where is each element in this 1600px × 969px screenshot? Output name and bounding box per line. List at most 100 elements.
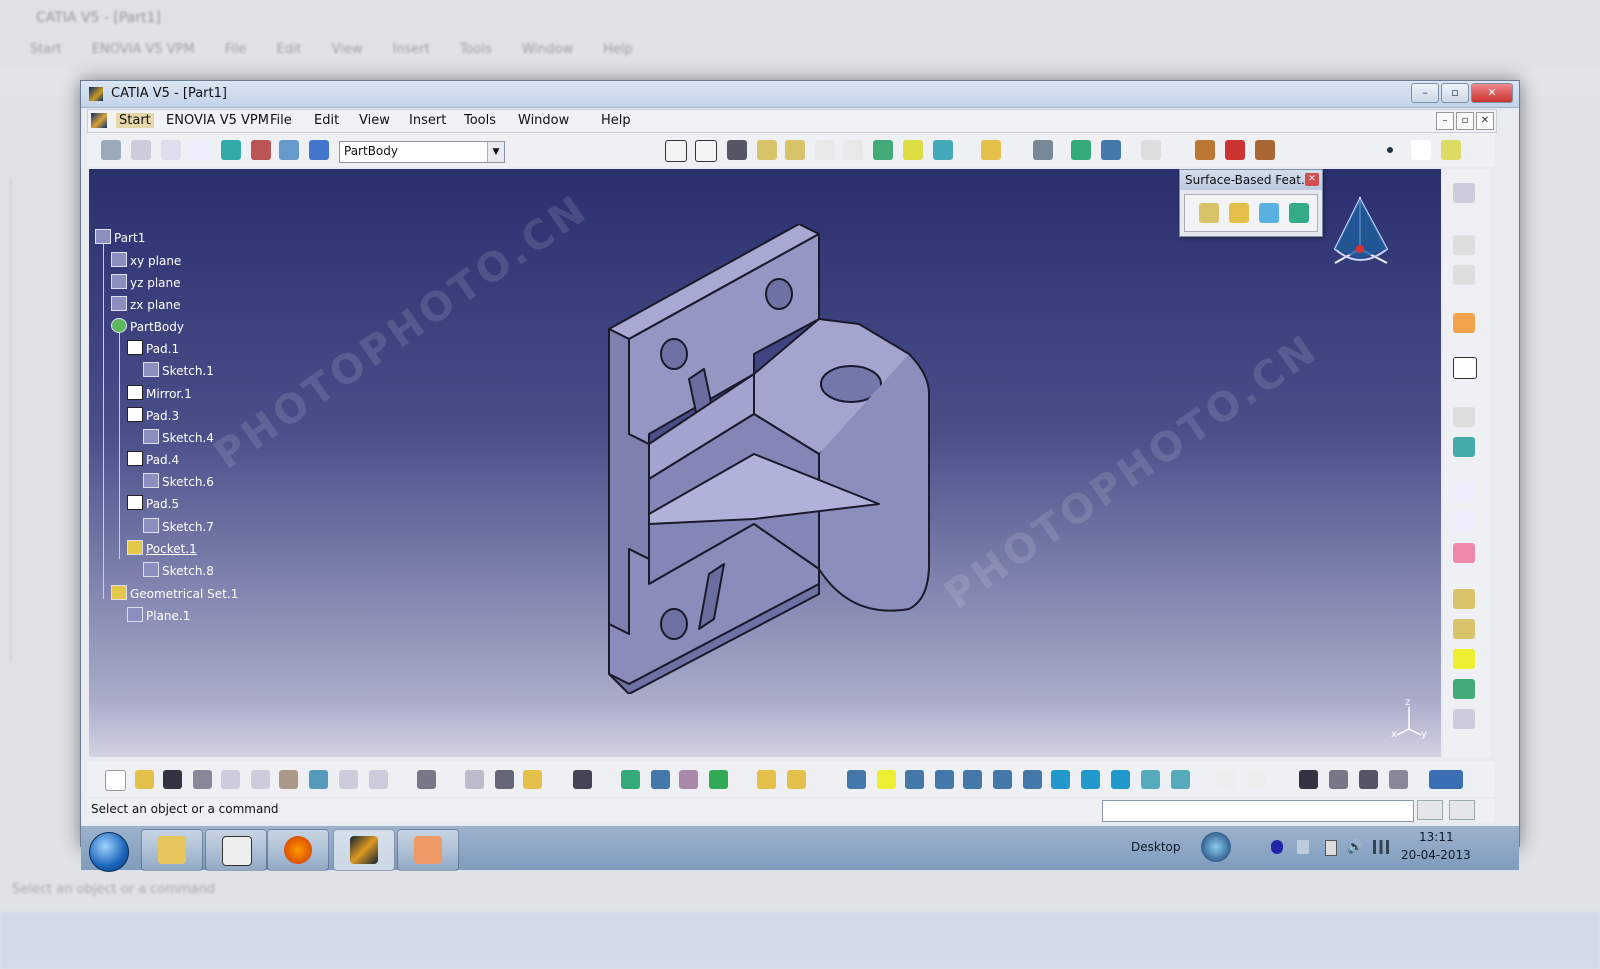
tree-node-sketch-8[interactable]: Sketch.8	[143, 562, 214, 578]
tree-node-pad-4[interactable]: Pad.4	[127, 451, 179, 467]
document-logo-icon[interactable]	[91, 113, 107, 128]
tree-node-pad-3[interactable]: Pad.3	[127, 407, 179, 423]
texture-icon[interactable]	[1255, 140, 1275, 160]
shading-icon[interactable]	[1111, 770, 1130, 789]
rotate-view-icon[interactable]	[935, 770, 954, 789]
sew-surface-icon[interactable]	[1289, 203, 1309, 223]
multi-view-icon[interactable]	[1051, 770, 1070, 789]
material-icon[interactable]	[1195, 140, 1215, 160]
scale-icon[interactable]	[1453, 619, 1475, 639]
loft-icon[interactable]	[903, 140, 923, 160]
sketcher-icon[interactable]	[1453, 357, 1477, 379]
partbody-selector[interactable]: PartBody ▼	[339, 141, 505, 163]
redo-icon[interactable]	[339, 770, 358, 789]
paste-icon[interactable]	[279, 770, 298, 789]
shaft-icon[interactable]	[727, 140, 747, 160]
windows-start-icon[interactable]	[89, 832, 129, 872]
menu-edit[interactable]: Edit	[314, 113, 339, 128]
positioned-sketch-icon[interactable]	[1453, 265, 1475, 285]
task-app-2[interactable]	[205, 829, 267, 871]
cut-icon[interactable]	[221, 770, 240, 789]
minimize-button[interactable]: –	[1411, 83, 1439, 103]
annotation-text-icon[interactable]	[1453, 481, 1475, 501]
menu-view[interactable]: View	[359, 113, 390, 128]
slot-icon[interactable]	[843, 140, 863, 160]
surface-icon[interactable]	[981, 140, 1001, 160]
title-bar[interactable]: CATIA V5 - [Part1] – ▫ ✕	[81, 81, 1519, 108]
tree-node-sketch-1[interactable]: Sketch.1	[143, 362, 214, 378]
parameters-icon[interactable]	[1389, 770, 1408, 789]
rib-icon[interactable]	[815, 140, 835, 160]
clock-date[interactable]: 20-04-2013	[1401, 848, 1471, 862]
new-file-icon[interactable]	[105, 770, 126, 791]
desktop-toolbar-label[interactable]: Desktop	[1131, 840, 1181, 854]
stiffener-icon[interactable]	[873, 140, 893, 160]
menu-insert[interactable]: Insert	[409, 113, 446, 128]
iso-view-icon[interactable]	[1081, 770, 1100, 789]
measure-inertia-icon[interactable]	[523, 770, 542, 789]
menu-file[interactable]: File	[270, 113, 292, 128]
close-button[interactable]: ✕	[1471, 83, 1513, 103]
tree-node-geometrical-set-1[interactable]: Geometrical Set.1	[111, 585, 238, 601]
fillet-icon[interactable]	[1033, 140, 1053, 160]
battery-icon[interactable]	[1325, 840, 1337, 856]
tree-node-xy-plane[interactable]: xy plane	[111, 252, 181, 268]
fit-all-in-icon[interactable]	[877, 770, 896, 789]
zoom-in-icon[interactable]	[963, 770, 982, 789]
solid-icon[interactable]	[1453, 649, 1475, 669]
assemble-icon[interactable]	[787, 770, 806, 789]
zoom-out-icon[interactable]	[993, 770, 1012, 789]
knowledge-icon[interactable]	[621, 770, 640, 789]
compass-icon[interactable]	[1327, 189, 1397, 279]
signal-icon[interactable]	[1373, 840, 1389, 854]
constraint-icon[interactable]	[251, 140, 271, 160]
tree-node-sketch-4[interactable]: Sketch.4	[143, 429, 214, 445]
list-icon[interactable]	[279, 140, 299, 160]
surface-based-features-toolbar[interactable]: Surface-Based Feat... ✕	[1179, 169, 1323, 237]
pocket-icon[interactable]	[695, 140, 717, 162]
command-ok-button[interactable]	[1417, 800, 1443, 820]
network-icon[interactable]	[1329, 770, 1348, 789]
3d-part-model[interactable]	[589, 224, 949, 694]
doc-restore-button[interactable]: ▫	[1456, 112, 1474, 130]
tools-icon[interactable]	[1453, 407, 1475, 427]
axis-icon[interactable]	[161, 140, 181, 160]
plane-tool-icon[interactable]	[1441, 140, 1461, 160]
maximize-button[interactable]: ▫	[1441, 83, 1469, 103]
command-cancel-button[interactable]	[1449, 800, 1475, 820]
catalog-icon[interactable]	[417, 770, 436, 789]
tree-node-partbody[interactable]: PartBody	[111, 318, 184, 334]
open-folder-icon[interactable]	[135, 770, 154, 789]
flag-note-icon[interactable]	[1453, 511, 1475, 531]
cube-icon[interactable]	[221, 140, 241, 160]
menu-start[interactable]: Start	[116, 113, 154, 128]
sketch-tool-icon[interactable]	[1453, 235, 1475, 255]
lock-icon[interactable]	[1359, 770, 1378, 789]
fit-all-icon[interactable]	[1141, 140, 1161, 160]
thickness-icon[interactable]	[1453, 709, 1475, 729]
hole-icon[interactable]	[785, 140, 805, 160]
bluetooth-icon[interactable]	[1271, 840, 1283, 854]
render-icon[interactable]	[1225, 140, 1245, 160]
tree-node-pad-5[interactable]: Pad.5	[127, 495, 179, 511]
volume-icon[interactable]: 🔊	[1347, 840, 1363, 855]
thick-surface-icon[interactable]	[1229, 203, 1249, 223]
formula-icon[interactable]	[651, 770, 670, 789]
help-icon[interactable]	[369, 770, 388, 789]
print-icon[interactable]	[193, 770, 212, 789]
hand-icon[interactable]	[131, 140, 151, 160]
tree-node-yz-plane[interactable]: yz plane	[111, 274, 181, 290]
task-app-5[interactable]	[397, 829, 459, 871]
capture-camera-icon[interactable]	[573, 770, 592, 789]
menu-window[interactable]: Window	[518, 113, 569, 128]
command-input[interactable]	[1102, 800, 1414, 822]
tree-node-sketch-6[interactable]: Sketch.6	[143, 473, 214, 489]
measure-item-icon[interactable]	[495, 770, 514, 789]
pan-icon[interactable]	[905, 770, 924, 789]
menu-tools[interactable]: Tools	[464, 113, 496, 128]
floating-toolbar-close-button[interactable]: ✕	[1305, 173, 1319, 186]
tree-node-pocket-1[interactable]: Pocket.1	[127, 540, 197, 556]
apply-material-icon[interactable]	[709, 770, 728, 789]
split-icon[interactable]	[1199, 203, 1219, 223]
boolean-icon[interactable]	[757, 770, 776, 789]
